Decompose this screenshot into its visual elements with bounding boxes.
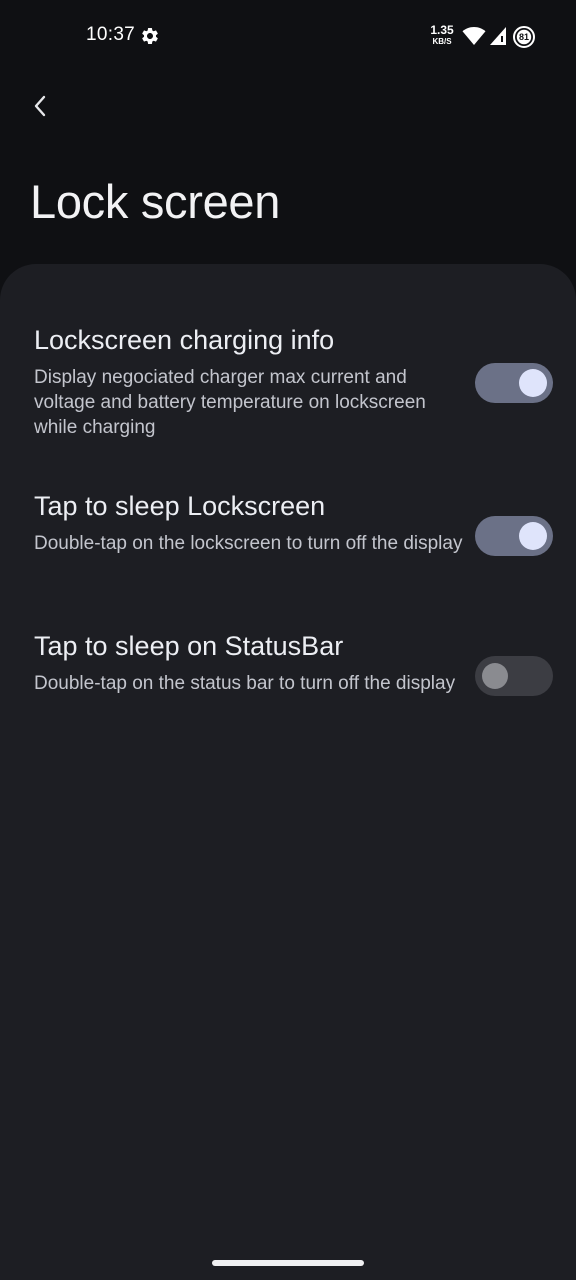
signal-icon [490, 27, 506, 45]
battery-level: 81 [518, 32, 529, 42]
pref-summary: Double-tap on the lockscreen to turn off… [34, 533, 463, 554]
page-title: Lock screen [30, 175, 281, 228]
gear-icon [142, 27, 158, 44]
switch-thumb [482, 663, 508, 689]
switch-thumb [519, 522, 547, 550]
pref-title: Tap to sleep Lockscreen [34, 491, 326, 521]
network-speed-unit: KB/S [432, 37, 452, 46]
chevron-left-icon [34, 95, 46, 117]
pref-summary: Display negociated charger max current a… [34, 367, 426, 438]
back-button[interactable] [18, 84, 62, 128]
network-speed-value: 1.35 [430, 23, 454, 37]
gesture-navigation-bar[interactable] [212, 1260, 364, 1266]
pref-lockscreen-charging-info[interactable]: Lockscreen charging info Display negocia… [0, 310, 576, 460]
tap-to-sleep-lockscreen-switch[interactable] [475, 516, 553, 556]
switch-thumb [519, 369, 547, 397]
tap-to-sleep-statusbar-switch[interactable] [475, 656, 553, 696]
lockscreen-charging-info-switch[interactable] [475, 363, 553, 403]
pref-tap-to-sleep-statusbar[interactable]: Tap to sleep on StatusBar Double-tap on … [0, 616, 576, 736]
status-time: 10:37 [86, 24, 136, 45]
pref-tap-to-sleep-lockscreen[interactable]: Tap to sleep Lockscreen Double-tap on th… [0, 476, 576, 596]
lock-screen-settings-page: 10:37 1.35 KB/S 81 Lock screen Lockscree… [0, 0, 576, 1280]
pref-title: Lockscreen charging info [34, 325, 335, 355]
wifi-icon [462, 27, 486, 45]
network-speed-indicator: 1.35 KB/S [424, 24, 460, 46]
status-bar: 10:37 1.35 KB/S 81 [0, 0, 576, 72]
pref-summary: Double-tap on the status bar to turn off… [34, 673, 456, 694]
pref-title: Tap to sleep on StatusBar [34, 631, 344, 661]
